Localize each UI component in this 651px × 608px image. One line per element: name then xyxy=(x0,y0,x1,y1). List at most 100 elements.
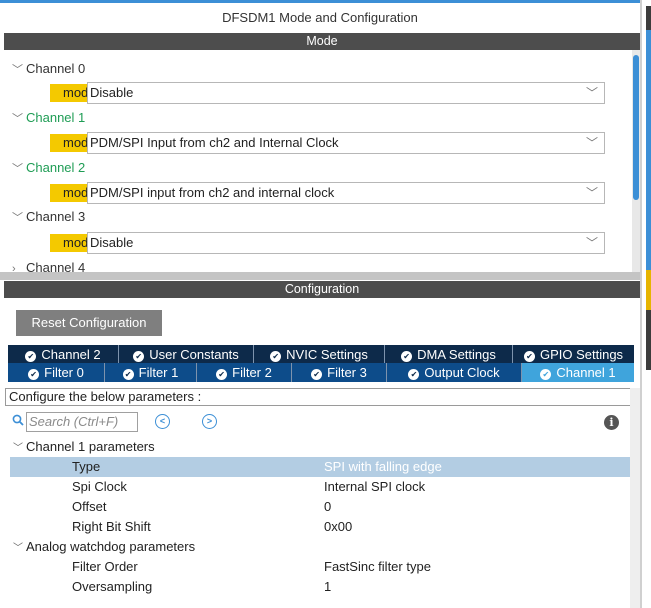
search-input[interactable]: Search (Ctrl+F) xyxy=(26,412,138,432)
tab-label: Filter 2 xyxy=(232,365,272,380)
channel-3-toggle[interactable]: ﹀ Channel 3 xyxy=(12,207,85,227)
param-value: 0 xyxy=(324,499,332,514)
channel-1-toggle[interactable]: ﹀ Channel 1 xyxy=(12,108,85,128)
configuration-section-header: Configuration xyxy=(4,281,640,298)
dropdown-arrow-icon: ﹀ xyxy=(585,136,598,150)
channel-2-mode-select[interactable]: PDM/SPI input from ch2 and internal cloc… xyxy=(87,182,605,204)
tab-label: DMA Settings xyxy=(417,347,496,362)
channel-2-toggle[interactable]: ﹀ Channel 2 xyxy=(12,158,85,178)
param-value: 1 xyxy=(324,579,332,594)
params-caption: Configure the below parameters : xyxy=(5,388,637,406)
window-edge-accent xyxy=(646,30,651,270)
tab-label: GPIO Settings xyxy=(539,347,624,362)
tab-label: Filter 0 xyxy=(44,365,84,380)
chevron-down-icon: ﹀ xyxy=(12,163,23,175)
channel-3-mode-select[interactable]: Disable ﹀ xyxy=(87,232,605,254)
check-circle-icon: ✔ xyxy=(122,369,134,380)
chevron-down-icon: ﹀ xyxy=(13,443,23,454)
channel-2-mode-value: PDM/SPI input from ch2 and internal cloc… xyxy=(90,185,335,200)
tab-label: Channel 1 xyxy=(556,365,616,380)
check-circle-icon: ✔ xyxy=(25,351,37,362)
tab-filter-3[interactable]: ✔ Filter 3 xyxy=(292,363,387,382)
param-row-oversampling[interactable]: Oversampling 1 xyxy=(10,577,634,597)
mode-section-header: Mode xyxy=(4,33,640,50)
tab-label: User Constants xyxy=(149,347,239,362)
param-row-spi-clock[interactable]: Spi Clock Internal SPI clock xyxy=(10,477,634,497)
param-name: Right Bit Shift xyxy=(72,519,151,534)
tab-label: NVIC Settings xyxy=(286,347,368,362)
tab-label: Filter 3 xyxy=(327,365,367,380)
tab-output-clock[interactable]: ✔ Output Clock xyxy=(387,363,522,382)
tab-channel-2[interactable]: ✔ Channel 2 xyxy=(8,345,119,364)
tab-row-2: ✔ Filter 0 ✔ Filter 1 ✔ Filter 2 ✔ Filter 3 … xyxy=(8,363,634,382)
channel-0-toggle[interactable]: ﹀ Channel 0 xyxy=(12,59,85,79)
dfsdm1-config-window: DFSDM1 Mode and Configuration Mode ﹀ Chan… xyxy=(0,0,651,608)
window-edge-light xyxy=(646,370,651,608)
window-edge-highlight xyxy=(646,270,651,310)
channel-1-label: Channel 1 xyxy=(26,110,86,125)
channel-4-toggle[interactable]: › Channel 4 xyxy=(12,258,85,272)
param-row-right-bit-shift[interactable]: Right Bit Shift 0x00 xyxy=(10,517,634,537)
tab-label: Output Clock xyxy=(424,365,500,380)
tab-channel-1[interactable]: ✔ Channel 1 xyxy=(522,363,634,382)
check-circle-icon: ✔ xyxy=(408,369,420,380)
param-value: FastSinc filter type xyxy=(324,559,431,574)
param-name: Filter Order xyxy=(72,559,138,574)
previous-match-icon[interactable]: < xyxy=(155,414,170,429)
chevron-down-icon: ﹀ xyxy=(13,543,23,554)
search-box: Search (Ctrl+F) xyxy=(12,412,138,432)
param-row-type[interactable]: Type SPI with falling edge xyxy=(10,457,634,477)
check-circle-icon: ✔ xyxy=(401,351,413,362)
config-scrollbar[interactable] xyxy=(630,388,640,608)
window-divider xyxy=(640,0,642,608)
group-label: Analog watchdog parameters xyxy=(26,539,196,554)
tab-filter-1[interactable]: ✔ Filter 1 xyxy=(105,363,197,382)
tab-label: Filter 1 xyxy=(138,365,179,380)
param-row-filter-order[interactable]: Filter Order FastSinc filter type xyxy=(10,557,634,577)
check-circle-icon: ✔ xyxy=(28,369,40,380)
tab-label: Channel 2 xyxy=(41,347,101,362)
param-name: Offset xyxy=(72,499,107,514)
tab-filter-2[interactable]: ✔ Filter 2 xyxy=(197,363,292,382)
next-match-icon[interactable]: > xyxy=(202,414,217,429)
channel-1-mode-value: PDM/SPI Input from ch2 and Internal Cloc… xyxy=(90,135,339,150)
info-icon[interactable]: i xyxy=(604,415,619,430)
tab-filter-0[interactable]: ✔ Filter 0 xyxy=(8,363,105,382)
dropdown-arrow-icon: ﹀ xyxy=(585,186,598,200)
panel-splitter[interactable] xyxy=(0,272,640,280)
check-circle-icon: ✔ xyxy=(133,351,145,362)
param-name: Type xyxy=(72,459,101,474)
reset-configuration-button[interactable]: Reset Configuration xyxy=(16,310,162,336)
param-value: SPI with falling edge xyxy=(324,459,442,474)
group-label: Channel 1 parameters xyxy=(26,439,155,454)
window-title: DFSDM1 Mode and Configuration xyxy=(222,10,418,25)
channel-0-label: Channel 0 xyxy=(26,61,86,76)
tab-row-1: ✔ Channel 2 ✔ User Constants ✔ NVIC Setting… xyxy=(8,345,634,364)
check-circle-icon: ✔ xyxy=(216,369,228,380)
dropdown-arrow-icon: ﹀ xyxy=(585,236,598,250)
param-value: Internal SPI clock xyxy=(324,479,426,494)
channel-1-parameters-group[interactable]: ﹀ Channel 1 parameters xyxy=(13,437,155,457)
chevron-down-icon: ﹀ xyxy=(12,212,23,224)
chevron-down-icon: ﹀ xyxy=(12,113,23,125)
mode-scrollbar-thumb[interactable] xyxy=(633,55,639,200)
dropdown-arrow-icon: ﹀ xyxy=(585,86,598,100)
tab-nvic-settings[interactable]: ✔ NVIC Settings xyxy=(254,345,385,364)
tab-dma-settings[interactable]: ✔ DMA Settings xyxy=(385,345,513,364)
channel-0-mode-select[interactable]: Disable ﹀ xyxy=(87,82,605,104)
check-circle-icon: ✔ xyxy=(523,351,535,362)
check-circle-icon: ✔ xyxy=(270,351,282,362)
mode-scrollbar[interactable] xyxy=(632,50,640,272)
param-name: Spi Clock xyxy=(72,479,127,494)
tab-gpio-settings[interactable]: ✔ GPIO Settings xyxy=(513,345,634,364)
check-circle-icon: ✔ xyxy=(311,369,323,380)
channel-3-mode-value: Disable xyxy=(90,235,134,250)
search-icon xyxy=(12,414,24,426)
param-name: Oversampling xyxy=(72,579,153,594)
analog-watchdog-parameters-group[interactable]: ﹀ Analog watchdog parameters xyxy=(13,537,195,557)
param-row-offset[interactable]: Offset 0 xyxy=(10,497,634,517)
channel-2-label: Channel 2 xyxy=(26,160,86,175)
window-edge-dark xyxy=(646,310,651,370)
channel-1-mode-select[interactable]: PDM/SPI Input from ch2 and Internal Cloc… xyxy=(87,132,605,154)
tab-user-constants[interactable]: ✔ User Constants xyxy=(119,345,254,364)
